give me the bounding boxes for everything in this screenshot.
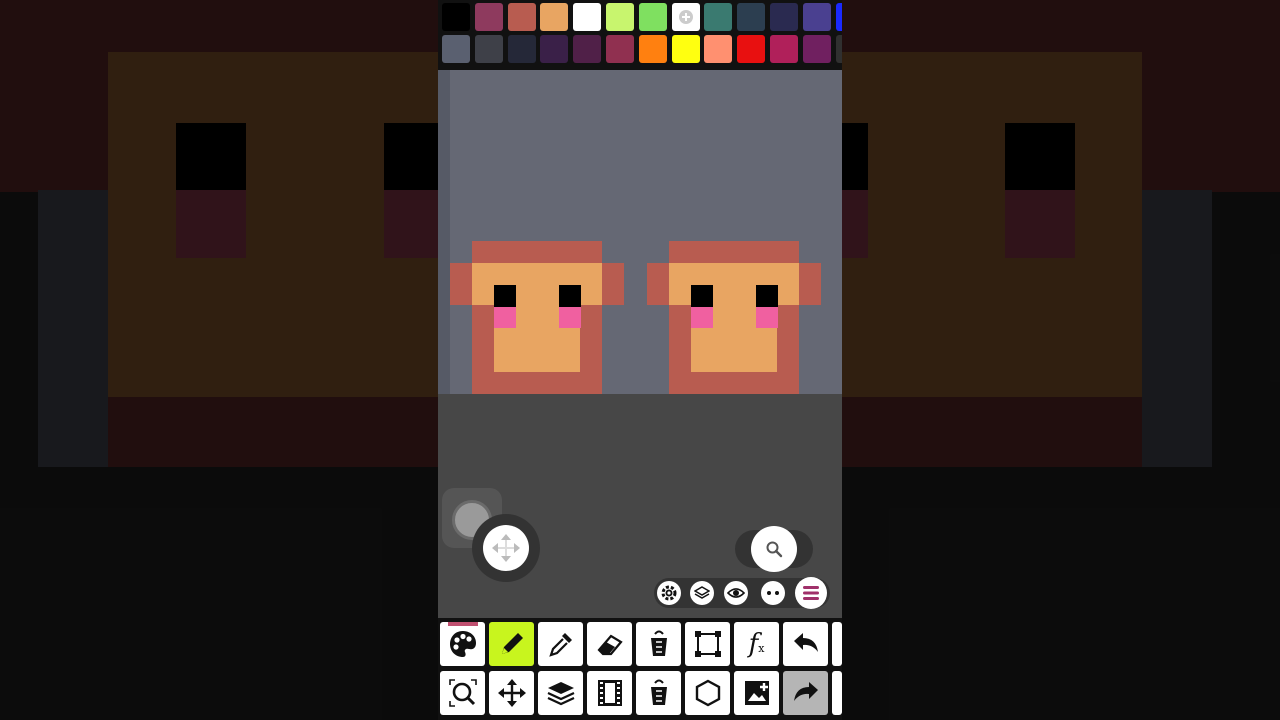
search-icon <box>766 541 783 558</box>
move-cross-icon <box>492 534 520 562</box>
app-screen: fx <box>438 0 842 720</box>
eyedropper-icon <box>548 633 572 657</box>
import-image-tool[interactable] <box>734 671 779 715</box>
layers-icon <box>694 586 710 599</box>
color-swatch[interactable] <box>704 35 733 63</box>
frames-tool[interactable] <box>587 671 632 715</box>
pixel-canvas[interactable] <box>450 70 842 394</box>
plus-circle-icon <box>677 10 695 30</box>
menu-icon <box>803 586 819 600</box>
fill-tool-2[interactable] <box>636 671 681 715</box>
selection-frame-icon <box>694 631 721 657</box>
eraser-tool[interactable] <box>587 622 632 666</box>
color-swatch[interactable] <box>442 3 470 31</box>
move-cross-button[interactable] <box>483 525 529 571</box>
menu-button[interactable] <box>795 577 827 609</box>
undo-icon <box>793 633 818 652</box>
pixel-left-blush <box>691 307 713 328</box>
selection-tool[interactable] <box>685 622 730 666</box>
pixel-head-top <box>472 241 602 263</box>
pixel-left-blush <box>494 307 516 328</box>
redo-icon <box>793 682 818 701</box>
color-swatch[interactable] <box>638 35 667 63</box>
pixel-head-top <box>669 241 799 263</box>
layers-tool[interactable] <box>538 671 583 715</box>
color-swatch[interactable] <box>540 3 569 31</box>
color-swatch[interactable] <box>770 35 798 63</box>
bucket-icon <box>650 630 667 656</box>
palette-marker <box>448 622 478 626</box>
bucket-icon <box>650 679 667 705</box>
pencil-icon <box>501 633 523 654</box>
settings-button[interactable] <box>657 581 681 605</box>
color-swatch[interactable] <box>573 35 602 63</box>
overflow-tool-2[interactable] <box>832 671 842 715</box>
zoom-tool[interactable] <box>440 671 485 715</box>
color-swatch[interactable] <box>442 35 470 63</box>
add-color-button[interactable] <box>671 3 700 31</box>
pixel-face-upper <box>472 263 602 305</box>
color-swatch[interactable] <box>507 35 536 63</box>
color-swatch[interactable] <box>540 35 569 63</box>
color-swatch[interactable] <box>835 3 842 31</box>
move-tool[interactable] <box>489 671 534 715</box>
quick-toolbar <box>654 577 830 609</box>
shape-tool[interactable] <box>685 671 730 715</box>
redo-button[interactable] <box>783 671 828 715</box>
pixel-right-eye <box>559 285 581 307</box>
canvas-area[interactable] <box>438 70 842 618</box>
search-button[interactable] <box>751 526 797 572</box>
tool-toolbar: fx <box>438 618 842 720</box>
layers-icon <box>547 682 574 706</box>
color-swatch[interactable] <box>638 3 667 31</box>
pixel-right-blush <box>559 307 581 328</box>
visibility-button[interactable] <box>724 581 748 605</box>
film-icon <box>597 680 622 706</box>
pencil-tool[interactable] <box>489 622 534 666</box>
color-swatch[interactable] <box>802 3 831 31</box>
canvas-edge <box>438 70 450 394</box>
palette-tool[interactable] <box>440 622 485 666</box>
eyedropper-tool[interactable] <box>538 622 583 666</box>
more-button[interactable] <box>761 581 785 605</box>
color-palette <box>438 0 842 70</box>
function-tool[interactable]: fx <box>734 622 779 666</box>
pixel-right-blush <box>756 307 778 328</box>
fill-bucket-tool[interactable] <box>636 622 681 666</box>
overflow-tool[interactable] <box>832 622 842 666</box>
move-arrows-icon <box>497 679 526 707</box>
pixel-face-upper <box>669 263 799 305</box>
gear-icon <box>661 585 677 601</box>
color-swatch[interactable] <box>737 35 766 63</box>
eye-icon <box>727 588 745 598</box>
pixel-left-eye <box>494 285 516 307</box>
pixel-right-eye <box>756 285 778 307</box>
color-swatch[interactable] <box>507 3 536 31</box>
color-swatch[interactable] <box>737 3 766 31</box>
color-swatch[interactable] <box>704 3 733 31</box>
color-swatch[interactable] <box>606 35 634 63</box>
eraser-icon <box>597 634 623 656</box>
function-icon: fx <box>748 629 765 659</box>
color-swatch[interactable] <box>474 3 503 31</box>
color-swatch[interactable] <box>573 3 602 31</box>
color-swatch[interactable] <box>671 35 700 63</box>
color-swatch[interactable] <box>802 35 831 63</box>
hexagon-icon <box>695 679 720 707</box>
color-swatch[interactable] <box>770 3 798 31</box>
more-dots-icon <box>767 591 779 595</box>
palette-icon <box>449 631 476 657</box>
undo-button[interactable] <box>783 622 828 666</box>
image-add-icon <box>744 681 769 705</box>
color-swatch[interactable] <box>606 3 634 31</box>
zoom-icon <box>448 679 477 707</box>
layers-button[interactable] <box>690 581 714 605</box>
pixel-left-eye <box>691 285 713 307</box>
color-swatch[interactable] <box>835 35 842 63</box>
color-swatch[interactable] <box>474 35 503 63</box>
